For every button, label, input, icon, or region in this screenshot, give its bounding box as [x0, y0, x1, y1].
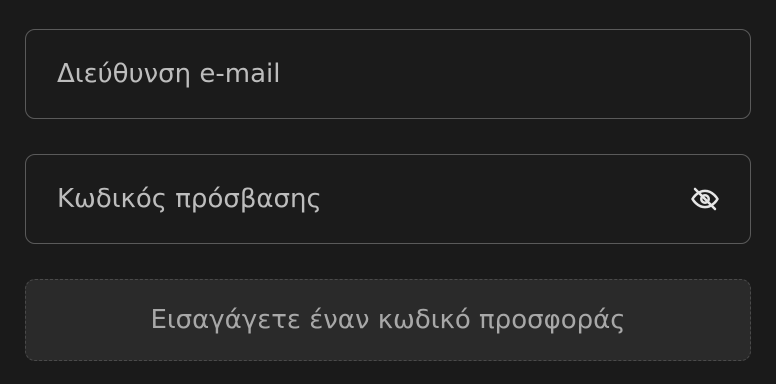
promo-code-label: Εισαγάγετε έναν κωδικό προσφοράς: [150, 305, 626, 335]
email-field[interactable]: [26, 30, 750, 118]
eye-off-icon[interactable]: [688, 182, 722, 216]
promo-code-button[interactable]: Εισαγάγετε έναν κωδικό προσφοράς: [25, 279, 751, 361]
login-form: Εισαγάγετε έναν κωδικό προσφοράς: [25, 29, 751, 361]
password-field-container: [25, 154, 751, 244]
email-field-container: [25, 29, 751, 119]
password-field[interactable]: [26, 155, 750, 243]
